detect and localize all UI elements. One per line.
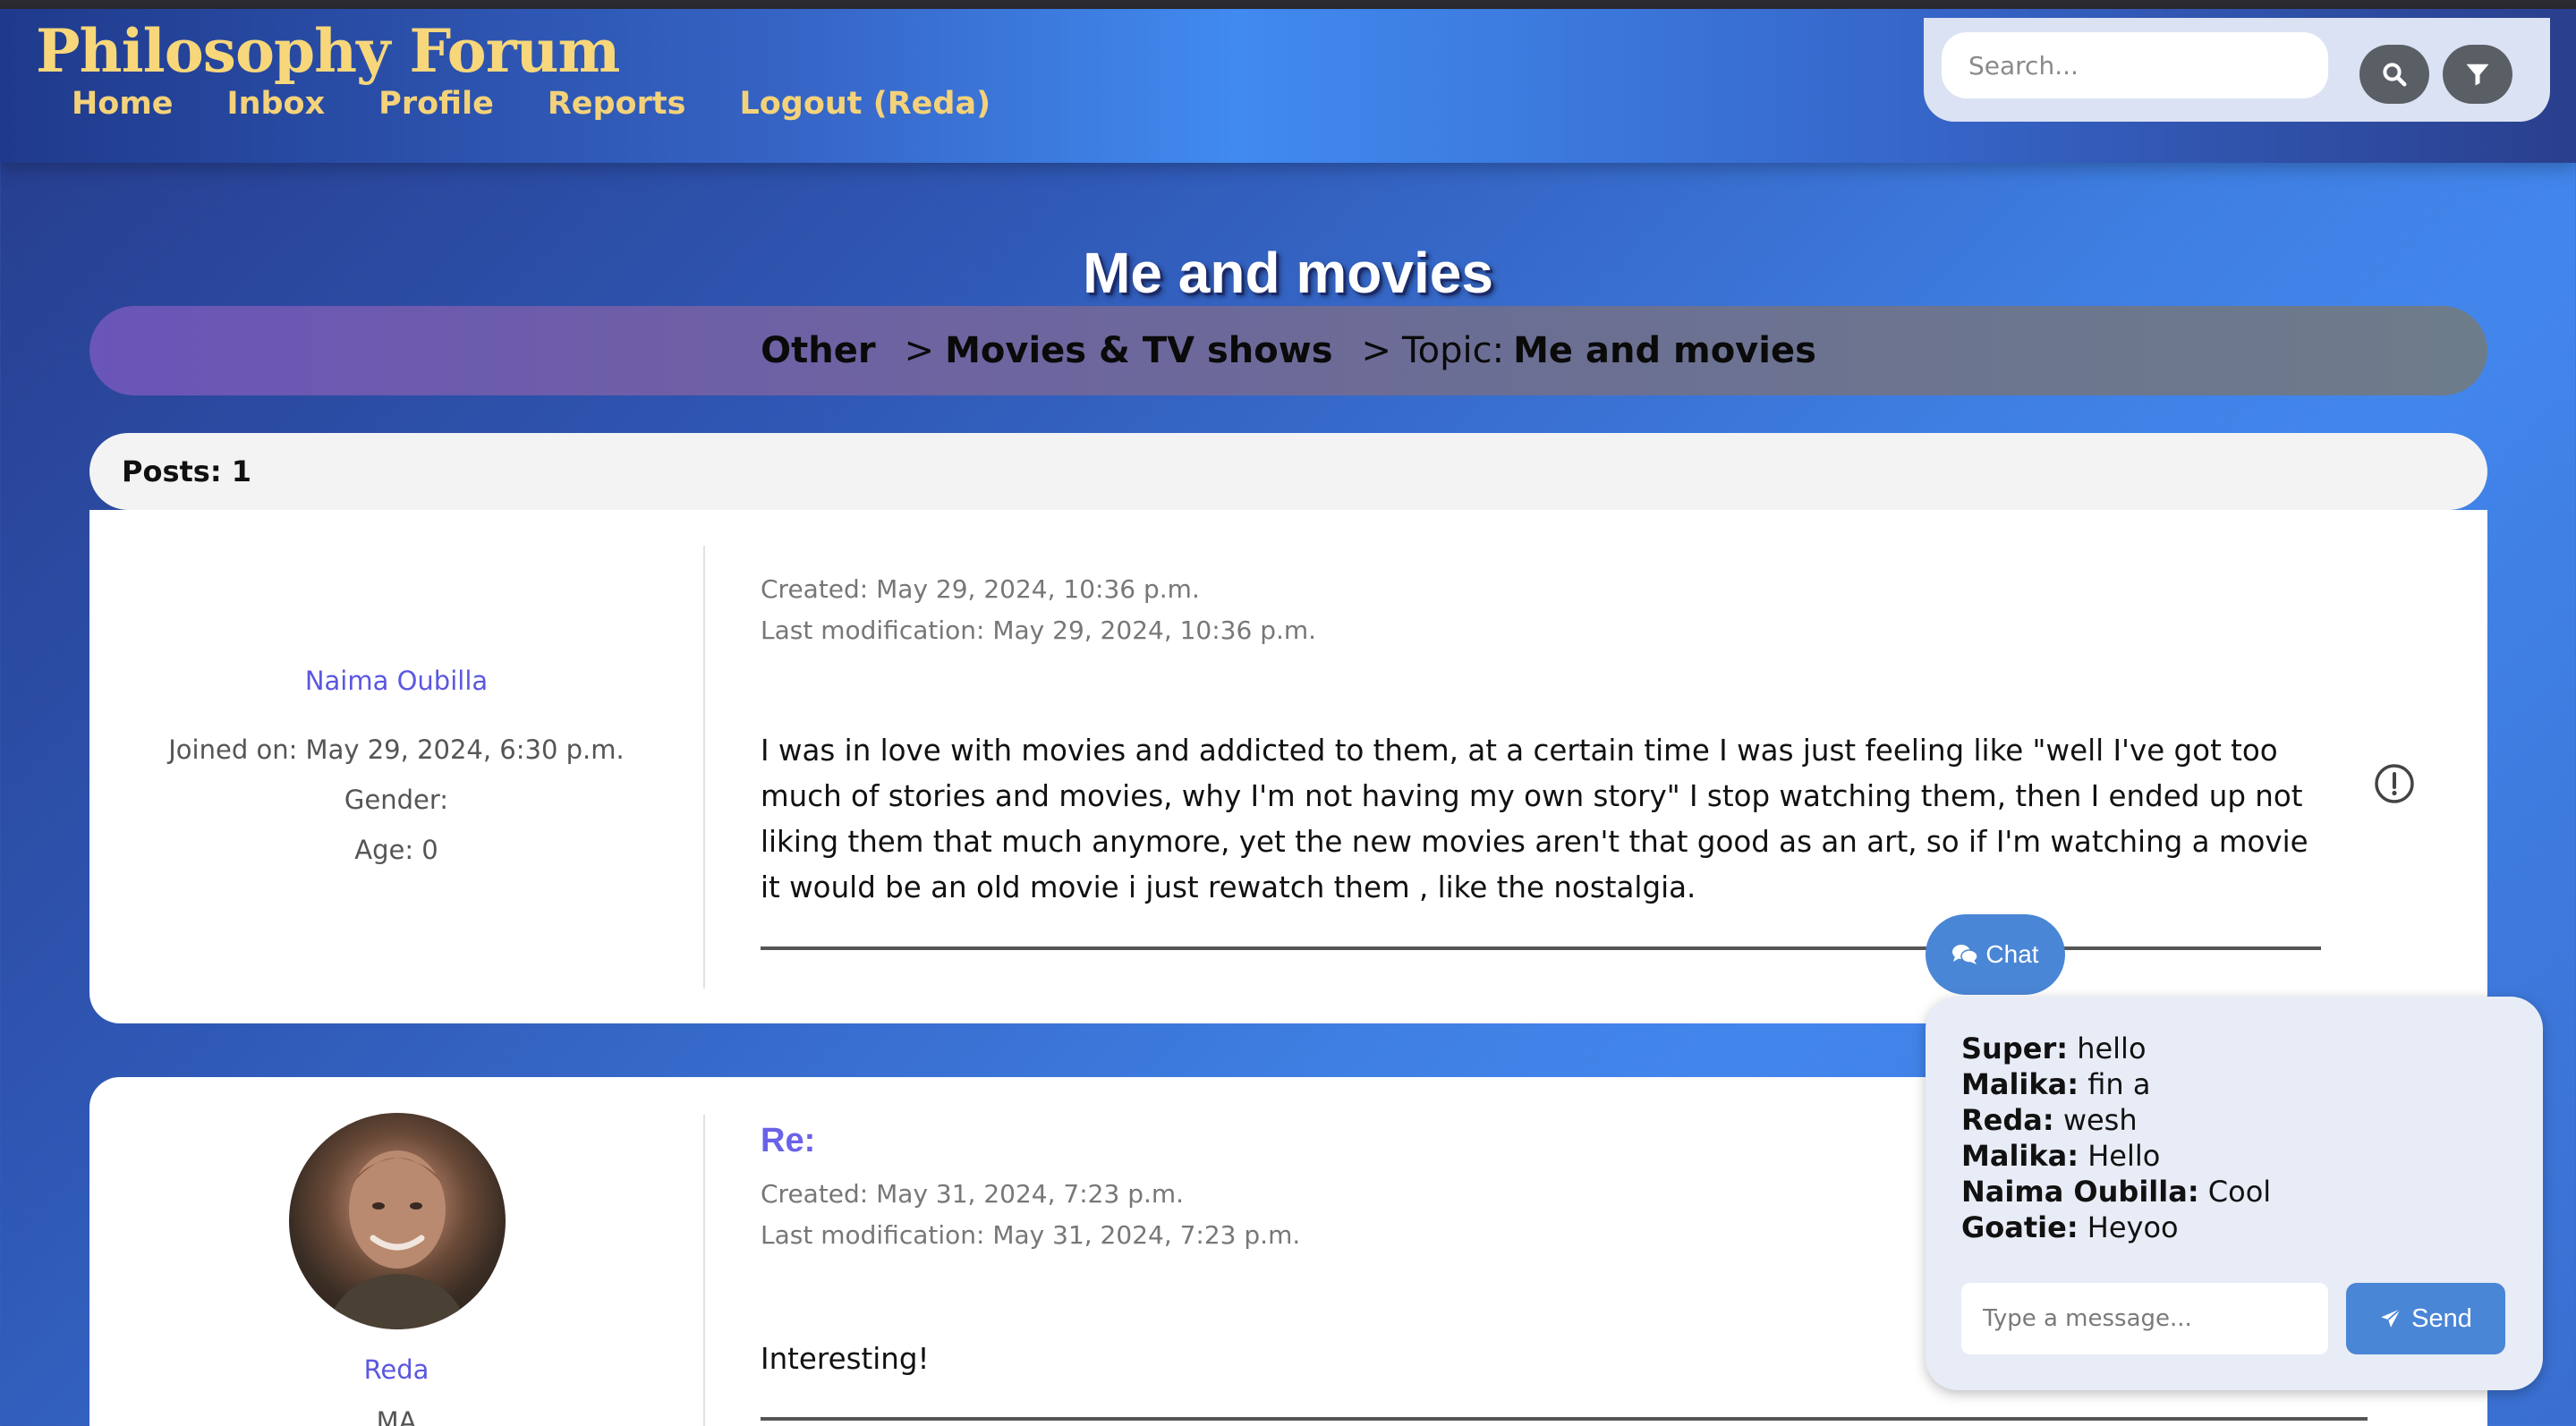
report-post-button[interactable] [2373, 762, 2416, 805]
breadcrumb-topic-prefix: Topic: [1402, 330, 1505, 371]
chat-message-input[interactable] [1961, 1283, 2328, 1354]
chat-message-text: Cool [2207, 1175, 2272, 1209]
post-created: Created: May 29, 2024, 10:36 p.m. [761, 574, 1200, 604]
chat-message-text: Heyoo [2087, 1210, 2179, 1244]
breadcrumb-topic-name: Me and movies [1513, 330, 1816, 371]
nav-profile-link[interactable]: Profile [378, 86, 494, 122]
chat-message: Super: hello [1961, 1031, 2271, 1066]
author-joined: Joined on: May 29, 2024, 6:30 p.m. [168, 734, 625, 765]
search-panel [1924, 18, 2550, 122]
avatar-portrait [325, 1150, 470, 1329]
post-created: Created: May 31, 2024, 7:23 p.m. [761, 1179, 1185, 1209]
chat-message-user: Naima Oubilla: [1961, 1175, 2199, 1209]
post-separator-line [761, 1417, 2368, 1421]
chat-message-user: Super: [1961, 1031, 2069, 1065]
chat-message-user: Malika: [1961, 1067, 2079, 1101]
exclamation-circle-icon [2375, 764, 2414, 803]
paper-plane-icon [2381, 1308, 2402, 1328]
search-button[interactable] [2359, 45, 2429, 104]
author-name-link[interactable]: Naima Oubilla [89, 666, 703, 696]
chat-toggle-button[interactable]: Chat [1926, 914, 2065, 995]
main-nav: Home Inbox Profile Reports Logout (Reda) [72, 86, 990, 122]
post-body: I was in love with movies and addicted t… [761, 734, 2308, 904]
chat-message-user: Reda: [1961, 1103, 2054, 1137]
chat-message: Malika: fin a [1961, 1066, 2271, 1102]
site-brand[interactable]: Philosophy Forum [36, 16, 620, 86]
chat-message-text: Hello [2087, 1139, 2161, 1173]
post-modified: Last modification: May 29, 2024, 10:36 p… [761, 615, 1317, 645]
author-meta: Joined on: May 29, 2024, 6:30 p.m. Gende… [89, 725, 703, 875]
comments-icon [1952, 945, 1979, 964]
chat-message: Goatie: Heyoo [1961, 1210, 2271, 1245]
nav-reports-link[interactable]: Reports [548, 86, 686, 122]
chat-message-user: Goatie: [1961, 1210, 2079, 1244]
chat-message: Reda: wesh [1961, 1102, 2271, 1138]
navbar: Philosophy Forum Home Inbox Profile Repo… [0, 9, 2576, 163]
breadcrumb-subcategory[interactable]: Movies & TV shows [945, 330, 1332, 371]
chat-message-text: hello [2077, 1031, 2147, 1065]
breadcrumb-separator: > [904, 330, 935, 371]
post-title: Re: [761, 1122, 816, 1159]
nav-home-link[interactable]: Home [72, 86, 174, 122]
column-divider [703, 546, 705, 989]
author-age: Age: 0 [354, 835, 438, 865]
chat-panel: Super: hello Malika: fin a Reda: wesh Ma… [1926, 997, 2543, 1390]
window-top-edge [0, 0, 2576, 9]
nav-logout-link[interactable]: Logout (Reda) [739, 86, 990, 122]
chat-message-text: fin a [2087, 1067, 2151, 1101]
chat-message-user: Malika: [1961, 1139, 2079, 1173]
column-divider [703, 1115, 705, 1426]
chat-messages: Super: hello Malika: fin a Reda: wesh Ma… [1961, 1031, 2271, 1245]
breadcrumb-category[interactable]: Other [761, 330, 875, 371]
filter-icon [2466, 64, 2489, 86]
chat-message: Naima Oubilla: Cool [1961, 1174, 2271, 1210]
chat-toggle-label: Chat [1985, 940, 2039, 968]
chat-message: Malika: Hello [1961, 1138, 2271, 1174]
avatar[interactable] [289, 1113, 506, 1329]
posts-count: Posts: 1 [122, 454, 252, 488]
chat-message-text: wesh [2062, 1103, 2138, 1137]
post-separator-line [761, 946, 2321, 950]
topic-title: Me and movies [1083, 241, 1493, 305]
filter-button[interactable] [2443, 45, 2512, 104]
chat-send-button[interactable]: Send [2346, 1283, 2505, 1354]
author-role: MA [376, 1406, 417, 1426]
nav-inbox-link[interactable]: Inbox [227, 86, 326, 122]
author-name-link[interactable]: Reda [89, 1354, 703, 1385]
posts-count-bar: Posts: 1 [89, 433, 2487, 510]
post-dates: Created: May 31, 2024, 7:23 p.m. Last mo… [761, 1174, 1300, 1256]
author-gender: Gender: [344, 785, 449, 815]
search-icon [2383, 63, 2407, 87]
breadcrumb: Other > Movies & TV shows > Topic: Me an… [89, 306, 2487, 395]
post-card: Naima Oubilla Joined on: May 29, 2024, 6… [89, 510, 2487, 1023]
chat-send-label: Send [2411, 1303, 2472, 1333]
post-dates: Created: May 29, 2024, 10:36 p.m. Last m… [761, 569, 1316, 651]
post-modified: Last modification: May 31, 2024, 7:23 p.… [761, 1220, 1301, 1250]
search-input[interactable] [1942, 32, 2328, 98]
breadcrumb-separator: > [1361, 330, 1392, 371]
